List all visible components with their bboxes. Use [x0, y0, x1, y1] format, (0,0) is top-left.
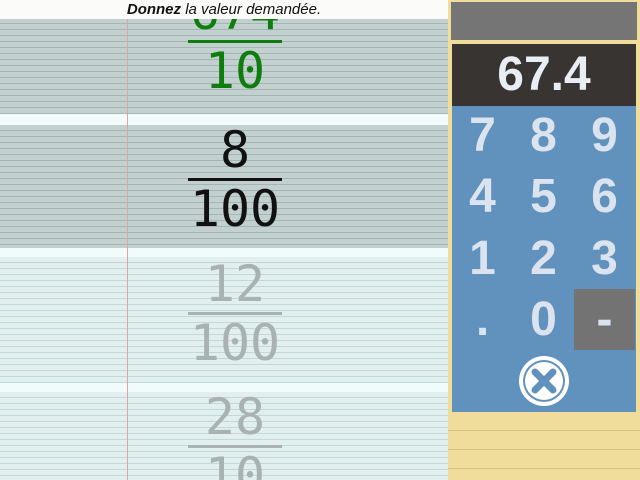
fraction-denominator: 10: [204, 42, 266, 100]
close-circle-icon: [519, 356, 569, 406]
fraction-upcoming: 28 10: [188, 389, 282, 480]
toolbar-panel: [451, 2, 637, 40]
answer-display: 67.4: [452, 44, 636, 106]
numeric-keypad: 67.4 7 8 9 4 5 6 1 2 3 . 0 -: [452, 44, 636, 412]
panel-ruled-lines: [448, 412, 640, 480]
instruction-bold: Donnez: [126, 1, 182, 18]
fraction-current: 8 100: [188, 122, 282, 237]
fraction-denominator: 100: [189, 180, 281, 238]
instruction-rest: la valeur demandée.: [181, 1, 322, 18]
key-6[interactable]: 6: [574, 166, 635, 227]
fraction-denominator: 10: [204, 447, 266, 480]
exercise-area: 674 10 8 100 12 100 28 10 Donnez la vale…: [0, 0, 448, 480]
fraction-numerator: 8: [219, 121, 251, 179]
key-decimal-point[interactable]: .: [452, 289, 513, 350]
fraction-numerator: 12: [204, 255, 266, 313]
fraction-numerator: 28: [204, 388, 266, 446]
key-4[interactable]: 4: [452, 166, 513, 227]
key-3[interactable]: 3: [574, 228, 635, 289]
notebook-margin-line: [127, 0, 128, 480]
key-8[interactable]: 8: [513, 105, 574, 166]
clear-button[interactable]: [516, 353, 572, 409]
key-minus[interactable]: -: [574, 289, 635, 350]
instruction-text: Donnez la valeur demandée.: [0, 0, 448, 19]
key-7[interactable]: 7: [452, 105, 513, 166]
key-9[interactable]: 9: [574, 105, 635, 166]
fraction-upcoming: 12 100: [188, 256, 282, 371]
fraction-denominator: 100: [189, 314, 281, 372]
key-2[interactable]: 2: [513, 228, 574, 289]
key-1[interactable]: 1: [452, 228, 513, 289]
key-0[interactable]: 0: [513, 289, 574, 350]
keypad-panel: 67.4 7 8 9 4 5 6 1 2 3 . 0 -: [448, 0, 640, 480]
key-5[interactable]: 5: [513, 166, 574, 227]
